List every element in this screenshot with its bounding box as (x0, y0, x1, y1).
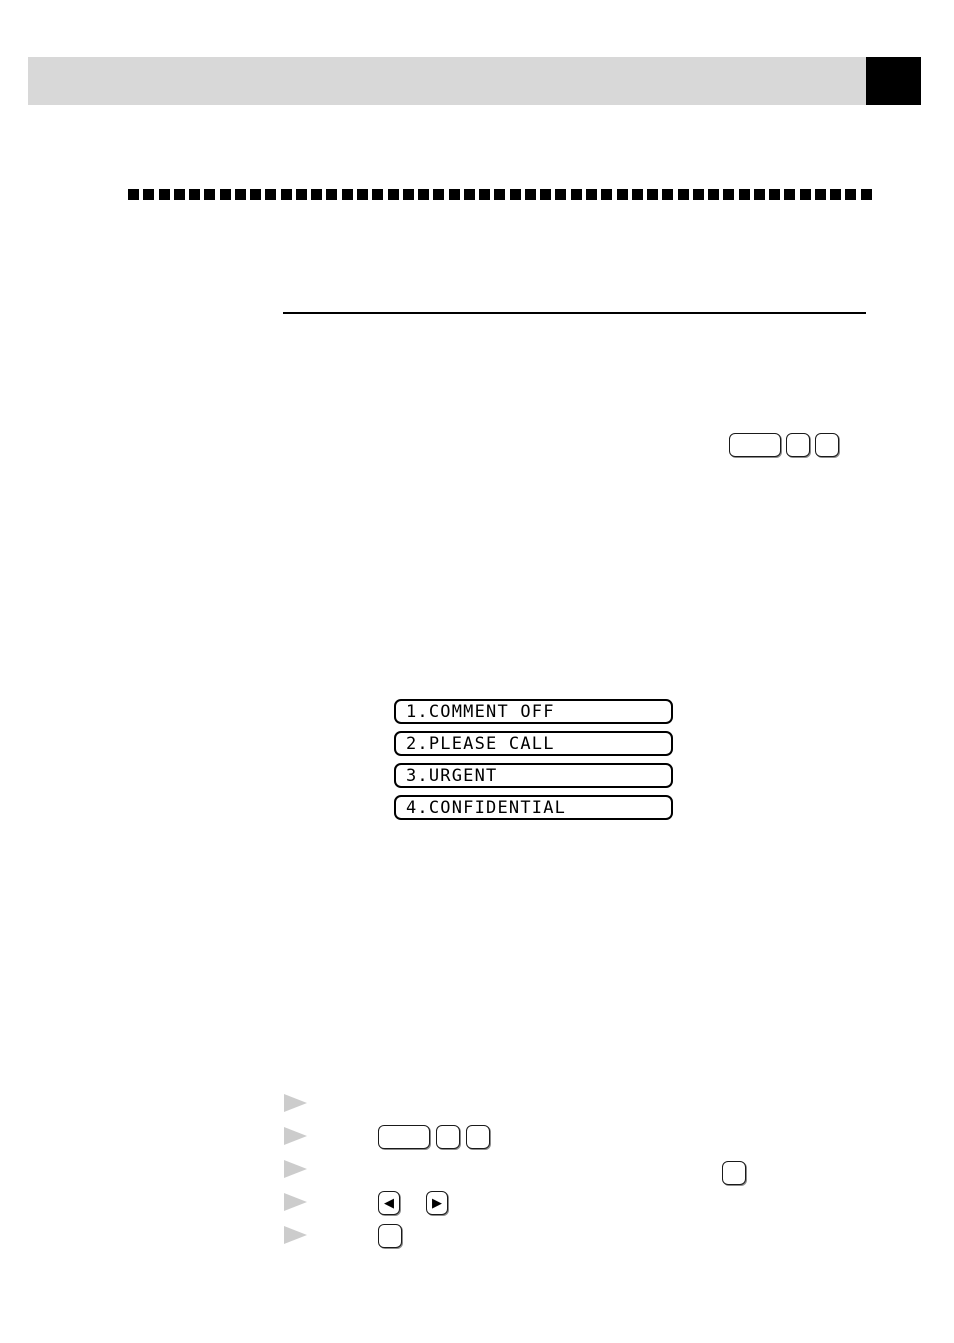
rule-dot (158, 189, 170, 200)
step-triangle-bullet-icon (283, 1125, 309, 1147)
step-2-body (319, 1125, 883, 1149)
step-5 (283, 1224, 883, 1257)
rule-dot (616, 189, 628, 200)
rule-dot (708, 189, 720, 200)
rule-dot (494, 189, 506, 200)
page-title (46, 57, 848, 105)
rule-dot (387, 189, 399, 200)
rule-dot (250, 189, 262, 200)
lcd-option-3: 3.URGENT (394, 763, 673, 788)
rule-dot (692, 189, 704, 200)
rule-dot (540, 189, 552, 200)
rule-dot (265, 189, 277, 200)
rule-dot (830, 189, 842, 200)
rule-dot (738, 189, 750, 200)
step-5-body (319, 1224, 883, 1248)
numeric-key-1-key[interactable] (436, 1125, 460, 1149)
rule-dot (448, 189, 460, 200)
rule-dot (280, 189, 292, 200)
step-4: ◀ ▶ (283, 1191, 883, 1224)
rule-dot (723, 189, 735, 200)
rule-dot (845, 189, 857, 200)
rule-dot (341, 189, 353, 200)
rule-dot (753, 189, 765, 200)
rule-dot (204, 189, 216, 200)
step-triangle-bullet-icon (283, 1191, 309, 1213)
lcd-option-list: 1.COMMENT OFF 2.PLEASE CALL 3.URGENT 4.CONF… (394, 699, 673, 827)
rule-dot (463, 189, 475, 200)
left-arrow-key-key[interactable]: ◀ (378, 1191, 400, 1215)
step-3 (283, 1158, 883, 1191)
rule-dot (219, 189, 231, 200)
step-triangle-bullet-icon (283, 1092, 309, 1114)
rule-dot (555, 189, 567, 200)
rule-dot (418, 189, 430, 200)
step-5-key-group (378, 1224, 402, 1248)
rule-dot (433, 189, 445, 200)
numeric-key-2-key[interactable] (815, 433, 839, 457)
function-key-key[interactable] (378, 1125, 430, 1149)
rule-dot (356, 189, 368, 200)
rule-dot (677, 189, 689, 200)
page-header-band (28, 57, 866, 105)
function-key-key[interactable] (729, 433, 781, 457)
rule-dot (479, 189, 491, 200)
rule-dot (784, 189, 796, 200)
right-arrow-key-key[interactable]: ▶ (426, 1191, 448, 1215)
rule-dot (372, 189, 384, 200)
set-key-key[interactable] (722, 1161, 746, 1185)
rule-dot (647, 189, 659, 200)
step-triangle-bullet-icon (283, 1158, 309, 1180)
rule-dot (860, 189, 872, 200)
rule-dot (234, 189, 246, 200)
rule-dot (509, 189, 521, 200)
rule-dot (143, 189, 155, 200)
step-4-key-group: ◀ ▶ (378, 1191, 448, 1215)
set-key-key[interactable] (378, 1224, 402, 1248)
step-2-key-group (378, 1125, 490, 1149)
step-triangle-bullet-icon (283, 1224, 309, 1246)
lcd-option-2: 2.PLEASE CALL (394, 731, 673, 756)
rule-dot (402, 189, 414, 200)
rule-dot (769, 189, 781, 200)
rule-dot (662, 189, 674, 200)
page-number-tab (866, 57, 921, 105)
rule-dot (814, 189, 826, 200)
rule-dot (189, 189, 201, 200)
horizontal-rule (283, 312, 866, 314)
step-2 (283, 1125, 883, 1158)
control-panel-key-group (729, 433, 839, 457)
page-number (866, 57, 921, 105)
numeric-key-1-key[interactable] (786, 433, 810, 457)
lcd-option-1: 1.COMMENT OFF (394, 699, 673, 724)
rule-dot (585, 189, 597, 200)
rule-dot (128, 189, 139, 200)
square-dotted-rule (128, 188, 872, 201)
step-3-trailing-key (722, 1161, 746, 1185)
step-4-body: ◀ ▶ (319, 1191, 883, 1215)
rule-dot (601, 189, 613, 200)
rule-dot (295, 189, 307, 200)
numbered-step-list: ◀ ▶ (283, 1092, 883, 1257)
rule-dot (311, 189, 323, 200)
lcd-option-4: 4.CONFIDENTIAL (394, 795, 673, 820)
manual-page: 1.COMMENT OFF 2.PLEASE CALL 3.URGENT 4.CONF… (0, 0, 954, 1343)
numeric-key-2-key[interactable] (466, 1125, 490, 1149)
step-1 (283, 1092, 883, 1125)
rule-dot (799, 189, 811, 200)
rule-dot (570, 189, 582, 200)
rule-dot (631, 189, 643, 200)
rule-dot (173, 189, 185, 200)
rule-dot (524, 189, 536, 200)
rule-dot (326, 189, 338, 200)
